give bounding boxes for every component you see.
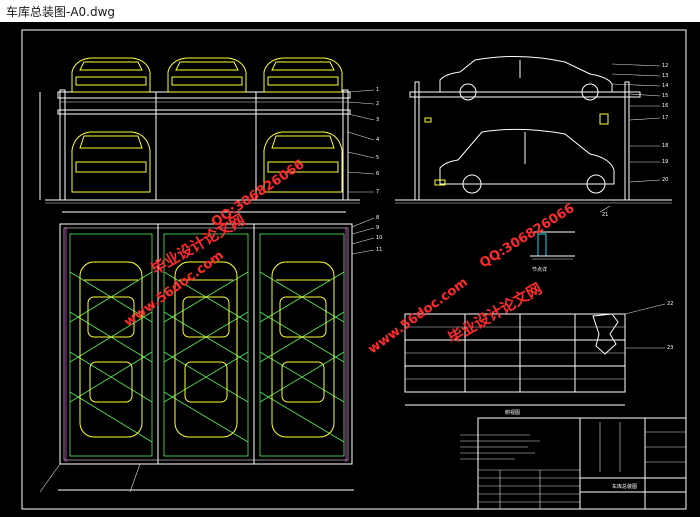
- watermark-qq-right: QQ:306826066: [477, 201, 577, 271]
- frame-caption: 俯视图: [505, 409, 520, 416]
- window-title: 车库总装图-A0.dwg: [6, 5, 116, 19]
- callout-number: 7: [376, 189, 379, 195]
- window-titlebar: 车库总装图-A0.dwg: [0, 0, 700, 22]
- technical-notes: [460, 434, 540, 460]
- front-callout-leaders: [347, 89, 375, 193]
- callout-number: 19: [662, 159, 668, 165]
- callout-number: 16: [662, 103, 668, 109]
- title-block-name: 车库总装图: [612, 483, 637, 490]
- callout-number: 9: [376, 225, 379, 231]
- callout-number: 11: [376, 247, 382, 253]
- upper-car-2: [167, 57, 247, 93]
- watermark-qq-left: QQ:306826066: [209, 157, 308, 230]
- side-lift-motor: [424, 117, 432, 123]
- lower-car-1: [71, 131, 151, 193]
- front-column-left: [59, 89, 66, 201]
- cad-drawing-canvas[interactable]: 节点详 俯视图 车库总装图 1 2 3 4 5 6 7 8 9 10 11 12…: [0, 22, 700, 517]
- front-elevation-view: [39, 57, 375, 213]
- callout-number: 18: [662, 143, 668, 149]
- callout-number: 17: [662, 115, 668, 121]
- callout-number: 23: [667, 345, 673, 351]
- side-callout-leaders: [599, 63, 661, 213]
- callout-number: 8: [376, 215, 379, 221]
- callout-number: 21: [602, 212, 608, 218]
- side-post-left: [414, 81, 420, 201]
- callout-number: 5: [376, 155, 379, 161]
- side-post-right: [624, 81, 630, 201]
- upper-deck-beam: [57, 91, 351, 99]
- side-elevation-view: [395, 55, 672, 213]
- side-upper-platform: [409, 91, 641, 98]
- upper-car-1: [71, 57, 151, 93]
- callout-number: 2: [376, 101, 379, 107]
- callout-number: 20: [662, 177, 668, 183]
- detail-label: 节点详: [532, 266, 547, 273]
- callout-number: 6: [376, 171, 379, 177]
- callout-number: 12: [662, 63, 668, 69]
- callout-number: 15: [662, 93, 668, 99]
- side-upper-car: [439, 55, 613, 101]
- drawing-svg: 节点详 俯视图 车库总装图 12345678910111213141516171…: [21, 29, 687, 510]
- side-hanger: [599, 113, 609, 125]
- upper-car-3: [263, 57, 343, 93]
- title-block: 车库总装图: [477, 417, 687, 510]
- frame-plan-view: 俯视图: [404, 303, 666, 416]
- callout-number: 13: [662, 73, 668, 79]
- callout-number: 10: [376, 235, 382, 241]
- callout-number: 14: [662, 83, 668, 89]
- frame-break-detail: [592, 313, 619, 355]
- callout-number: 22: [667, 301, 673, 307]
- plan-car-1: [79, 261, 143, 438]
- side-lower-car: [439, 128, 615, 194]
- upper-deck-platform: [57, 109, 351, 115]
- front-column-right: [342, 89, 349, 201]
- callout-number: 4: [376, 137, 379, 143]
- callout-number: 1: [376, 87, 379, 93]
- callout-number: 3: [376, 117, 379, 123]
